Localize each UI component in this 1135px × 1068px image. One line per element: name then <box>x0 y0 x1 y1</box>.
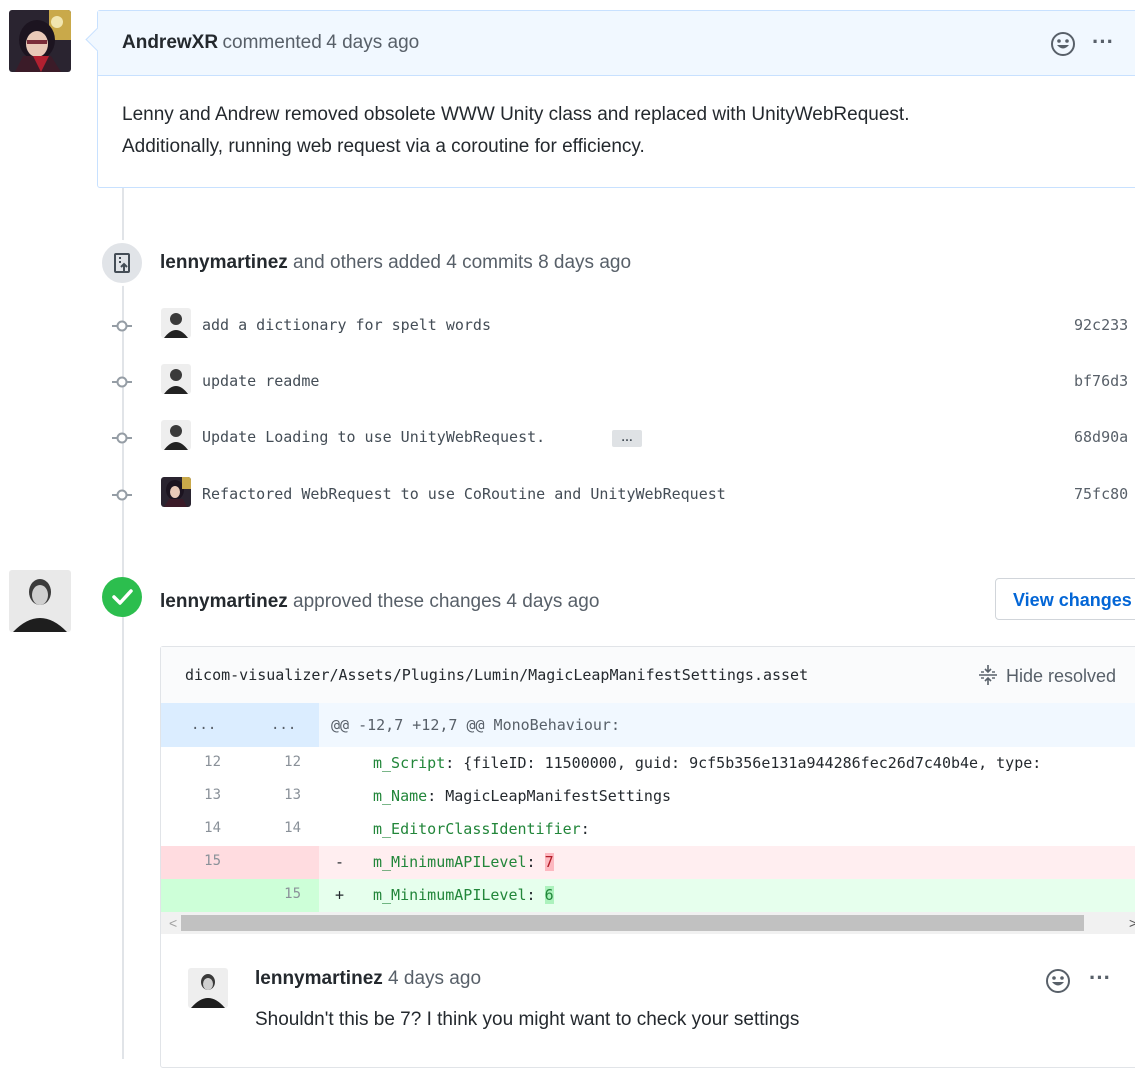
commit-message[interactable]: add a dictionary for spelt words <box>202 316 491 334</box>
code-value: : {fileID: 11500000, guid: 9cf5b356e131a… <box>445 754 1042 772</box>
new-line-number[interactable]: 13 <box>241 787 301 803</box>
diff-line-context: 14 14 m_EditorClassIdentifier: <box>161 813 1135 846</box>
file-path[interactable]: dicom-visualizer/Assets/Plugins/Lumin/Ma… <box>185 666 808 684</box>
commit-avatar[interactable] <box>161 477 191 507</box>
review-text: approved these changes 4 days ago <box>293 591 600 612</box>
expand-commit-body-button[interactable]: … <box>612 430 642 447</box>
code-key: m_Script <box>373 754 446 772</box>
commit-row: Update Loading to use UnityWebRequest. …… <box>0 418 1135 458</box>
commit-message[interactable]: Refactored WebRequest to use CoRoutine a… <box>202 485 726 503</box>
comment-body: Lenny and Andrew removed obsolete WWW Un… <box>122 99 909 163</box>
avatar-andrewxr[interactable] <box>9 10 71 72</box>
code-key: m_MinimumAPILevel <box>373 853 527 871</box>
push-icon <box>99 240 145 286</box>
code-key: m_EditorClassIdentifier <box>373 820 581 838</box>
new-line-number[interactable]: 15 <box>241 886 301 902</box>
comment-header: AndrewXR commented 4 days ago ··· <box>98 11 1135 76</box>
file-header: dicom-visualizer/Assets/Plugins/Lumin/Ma… <box>161 647 1135 704</box>
scroll-right-arrow[interactable]: > <box>1129 915 1135 931</box>
old-line-number[interactable]: 12 <box>161 754 221 770</box>
commit-sha[interactable]: bf76d3 <box>1074 372 1128 390</box>
commit-row: add a dictionary for spelt words 92c233 <box>0 306 1135 346</box>
comment-body-line2: Additionally, running web request via a … <box>122 136 645 157</box>
comment-meta: AndrewXR commented 4 days ago <box>122 32 419 54</box>
more-options-icon[interactable]: ··· <box>1092 29 1114 55</box>
commits-event-summary: lennymartinez and others added 4 commits… <box>160 252 631 274</box>
scroll-left-arrow[interactable]: < <box>169 915 177 931</box>
comment-action: commented <box>222 32 322 53</box>
old-line-number[interactable]: 13 <box>161 787 221 803</box>
code-value: : <box>526 853 545 871</box>
commit-row: update readme bf76d3 <box>0 362 1135 402</box>
reply-time[interactable]: 4 days ago <box>388 968 481 989</box>
hunk-left-ellipsis[interactable]: ... <box>191 717 216 733</box>
diff-line-context: 12 12 m_Script: {fileID: 11500000, guid:… <box>161 747 1135 780</box>
commit-icon <box>112 320 132 332</box>
commit-avatar[interactable] <box>161 420 191 450</box>
diff-sign: - <box>335 853 345 871</box>
commit-avatar[interactable] <box>161 308 191 338</box>
code-value: : <box>526 886 545 904</box>
commit-icon <box>112 432 132 444</box>
commit-icon <box>112 376 132 388</box>
reply-meta: lennymartinez 4 days ago <box>255 968 481 990</box>
review-summary: lennymartinez approved these changes 4 d… <box>160 591 599 613</box>
view-changes-button[interactable]: View changes <box>995 578 1135 620</box>
commit-sha[interactable]: 92c233 <box>1074 316 1128 334</box>
reaction-icon[interactable] <box>1050 31 1076 62</box>
reply-body: Shouldn't this be 7? I think you might w… <box>255 1009 800 1030</box>
commit-row: Refactored WebRequest to use CoRoutine a… <box>0 475 1135 515</box>
commit-message[interactable]: update readme <box>202 372 319 390</box>
diff-line-context: 13 13 m_Name: MagicLeapManifestSettings <box>161 780 1135 813</box>
new-line-number[interactable]: 12 <box>241 754 301 770</box>
old-line-number[interactable]: 14 <box>161 820 221 836</box>
commit-icon <box>112 489 132 501</box>
code-value: : <box>580 820 590 838</box>
reply-reaction-icon[interactable] <box>1045 968 1071 999</box>
code-key: m_Name <box>373 787 428 805</box>
diff-line-addition: 15 + m_MinimumAPILevel: 6 <box>161 879 1135 912</box>
unfold-icon[interactable] <box>977 664 999 691</box>
commit-avatar[interactable] <box>161 364 191 394</box>
new-line-number[interactable]: 14 <box>241 820 301 836</box>
hunk-right-ellipsis[interactable]: ... <box>271 717 296 733</box>
review-thread: dicom-visualizer/Assets/Plugins/Lumin/Ma… <box>160 646 1135 1068</box>
code-value: : MagicLeapManifestSettings <box>427 787 672 805</box>
code-key: m_MinimumAPILevel <box>373 886 527 904</box>
changed-value-added: 6 <box>544 886 554 904</box>
commit-sha[interactable]: 75fc80 <box>1074 485 1128 503</box>
approved-check-icon <box>102 577 142 617</box>
comment-body-line1: Lenny and Andrew removed obsolete WWW Un… <box>122 104 910 125</box>
diff-line-deletion: 15 - m_MinimumAPILevel: 7 <box>161 846 1135 879</box>
comment-author[interactable]: AndrewXR <box>122 32 218 53</box>
commit-message[interactable]: Update Loading to use UnityWebRequest. <box>202 428 545 446</box>
review-author[interactable]: lennymartinez <box>160 591 288 612</box>
scrollbar-thumb[interactable] <box>181 915 1084 931</box>
comment-card: AndrewXR commented 4 days ago ··· Lenny … <box>85 10 1135 188</box>
diff-hunk-header: ... ... @@ -12,7 +12,7 @@ MonoBehaviour: <box>161 703 1135 747</box>
horizontal-scrollbar[interactable]: < > <box>161 912 1135 934</box>
reply-avatar[interactable] <box>188 968 228 1008</box>
reply-author[interactable]: lennymartinez <box>255 968 383 989</box>
reply-more-options-icon[interactable]: ··· <box>1089 965 1111 991</box>
comment-time[interactable]: 4 days ago <box>326 32 419 53</box>
changed-value-deleted: 7 <box>544 853 554 871</box>
diff-sign: + <box>335 886 345 904</box>
commits-event-text: and others added 4 commits 8 days ago <box>293 252 632 273</box>
hide-resolved-button[interactable]: Hide resolved <box>1006 666 1116 687</box>
commit-sha[interactable]: 68d90a <box>1074 428 1128 446</box>
hunk-header-text: @@ -12,7 +12,7 @@ MonoBehaviour: <box>331 716 620 734</box>
commits-event-author[interactable]: lennymartinez <box>160 252 288 273</box>
old-line-number[interactable]: 15 <box>161 853 221 869</box>
avatar-lennymartinez[interactable] <box>9 570 71 632</box>
